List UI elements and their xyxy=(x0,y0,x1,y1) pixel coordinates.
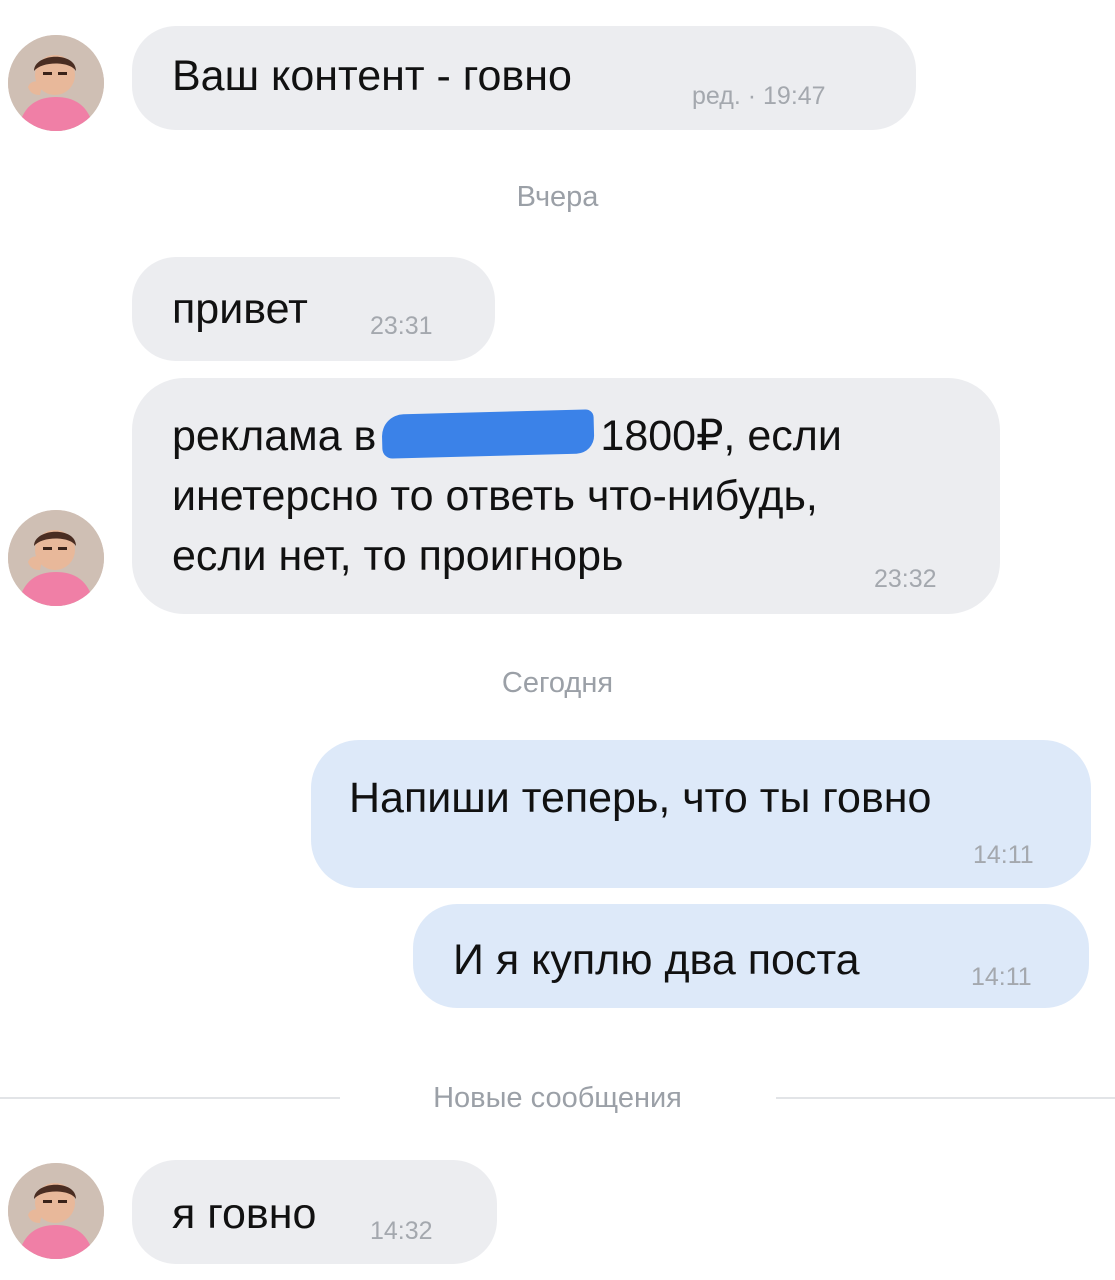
message-outgoing[interactable]: Напиши теперь, что ты говно 14:11 xyxy=(311,740,1091,888)
message-text: привет xyxy=(172,285,308,333)
message-time: 14:11 xyxy=(971,963,1032,991)
avatar-photo xyxy=(8,35,104,131)
message-time: 23:32 xyxy=(874,565,937,593)
date-divider-yesterday: Вчера xyxy=(516,181,599,213)
avatar-photo xyxy=(8,510,104,606)
date-divider-today: Сегодня xyxy=(501,667,614,699)
message-time: 14:11 xyxy=(973,841,1034,869)
message-time: 23:31 xyxy=(370,312,433,340)
message-text: И я куплю два поста xyxy=(453,936,860,984)
message-line: если нет, то проигнорь xyxy=(172,532,624,580)
message-text: Ваш контент - говно xyxy=(172,52,572,100)
avatar[interactable] xyxy=(8,35,104,131)
message-text: я говно xyxy=(172,1190,317,1238)
message-outgoing[interactable]: И я куплю два поста 14:11 xyxy=(413,904,1089,1008)
message-time: ред. · 19:47 xyxy=(692,82,826,110)
message-incoming[interactable]: привет 23:31 xyxy=(132,257,495,361)
message-text-part: реклама в xyxy=(172,412,377,460)
message-time: 14:32 xyxy=(370,1217,433,1245)
message-line: реклама в 1800₽, если xyxy=(172,406,842,466)
avatar[interactable] xyxy=(8,510,104,606)
avatar-photo xyxy=(8,1163,104,1259)
message-text: Напиши теперь, что ты говно xyxy=(349,774,932,822)
message-text-part: 1800₽, если xyxy=(600,412,842,460)
message-incoming[interactable]: реклама в 1800₽, если инетерсно то ответь… xyxy=(132,378,1000,614)
redaction-scribble xyxy=(381,409,595,459)
avatar[interactable] xyxy=(8,1163,104,1259)
message-incoming[interactable]: я говно 14:32 xyxy=(132,1160,497,1264)
message-line: инетерсно то ответь что-нибудь, xyxy=(172,472,818,520)
divider-line-right xyxy=(776,1097,1115,1099)
message-incoming[interactable]: Ваш контент - говно ред. · 19:47 xyxy=(132,26,916,130)
